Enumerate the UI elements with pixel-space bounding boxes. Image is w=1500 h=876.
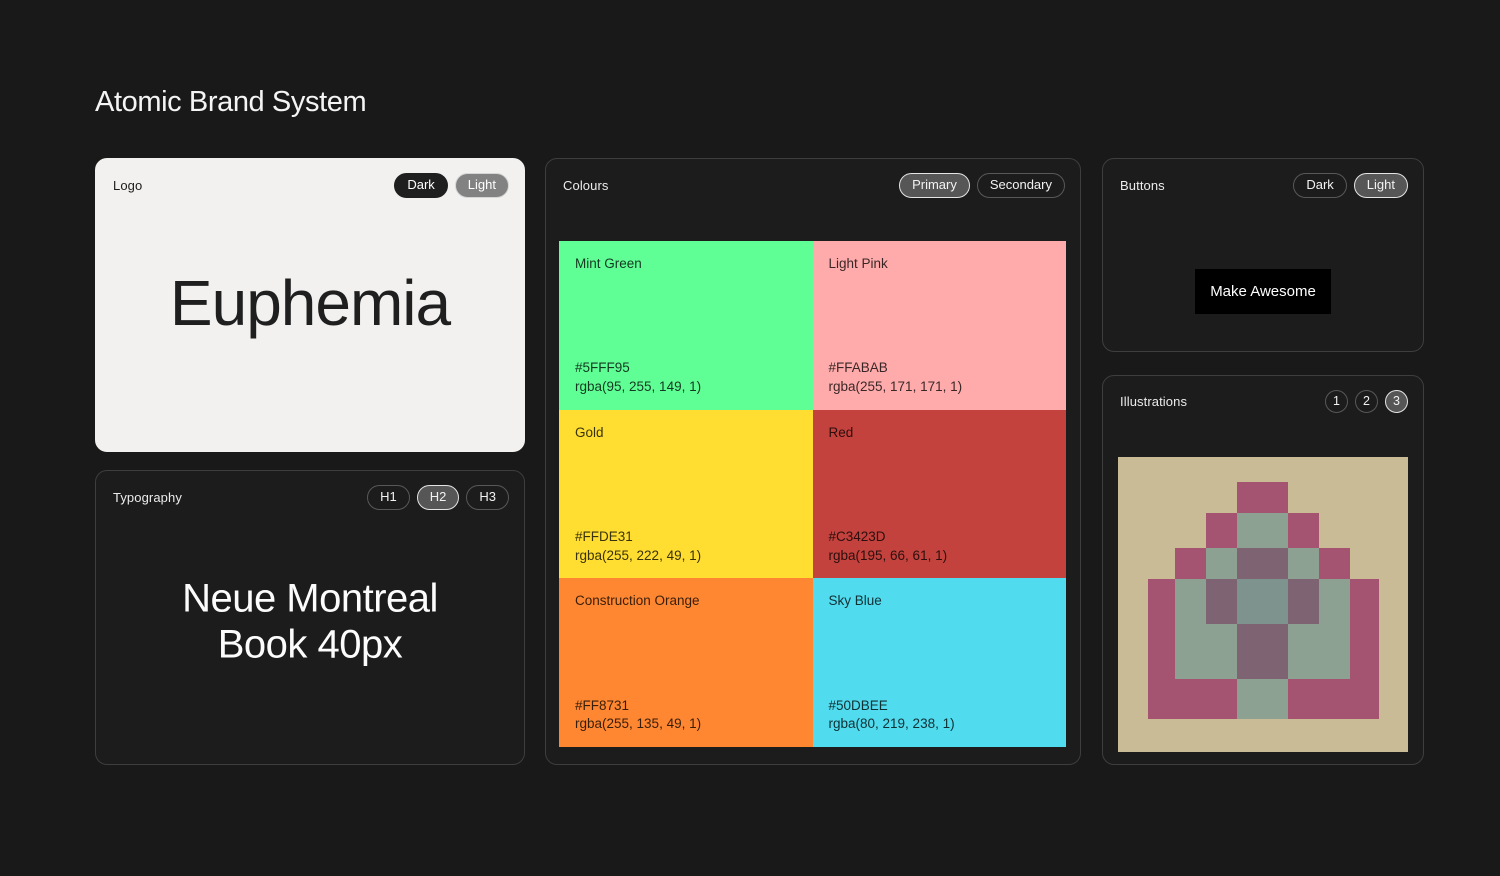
page-title: Atomic Brand System bbox=[95, 86, 366, 119]
art-block-mauve bbox=[1175, 548, 1206, 580]
pixel-art bbox=[1118, 457, 1408, 752]
art-block-sage bbox=[1175, 624, 1237, 679]
art-block-overlap bbox=[1206, 579, 1237, 624]
logo-theme-toggle-group: Dark Light bbox=[394, 173, 509, 198]
logo-dark-toggle[interactable]: Dark bbox=[394, 173, 447, 198]
art-block-core bbox=[1237, 579, 1288, 624]
type-sample-line1: Neue Montreal bbox=[96, 575, 524, 621]
swatch-rgba: rgba(255, 135, 49, 1) bbox=[575, 715, 701, 734]
buttons-card-header: Buttons Dark Light bbox=[1103, 159, 1423, 198]
swatch-values: #5FFF95rgba(95, 255, 149, 1) bbox=[575, 359, 701, 396]
swatch-hex: #50DBEE bbox=[829, 697, 955, 716]
illustration-number-toggle-group: 1 2 3 bbox=[1325, 390, 1408, 413]
buttons-card-label: Buttons bbox=[1120, 178, 1165, 193]
colour-swatch-construction-orange: Construction Orange #FF8731rgba(255, 135,… bbox=[559, 578, 813, 747]
swatch-name: Sky Blue bbox=[829, 593, 1051, 608]
button-theme-toggle-group: Dark Light bbox=[1293, 173, 1408, 198]
palette-secondary-toggle[interactable]: Secondary bbox=[977, 173, 1065, 198]
logo-light-toggle[interactable]: Light bbox=[455, 173, 509, 198]
swatch-values: #C3423Drgba(195, 66, 61, 1) bbox=[829, 528, 948, 565]
art-block-mauve bbox=[1350, 624, 1379, 679]
colour-swatch-mint-green: Mint Green #5FFF95rgba(95, 255, 149, 1) bbox=[559, 241, 813, 410]
art-block-sage bbox=[1237, 679, 1288, 719]
illustration-2-toggle[interactable]: 2 bbox=[1355, 390, 1378, 413]
art-block-mauve bbox=[1237, 482, 1288, 513]
art-block-mauve bbox=[1350, 579, 1379, 624]
swatch-name: Mint Green bbox=[575, 256, 797, 271]
logo-card-header: Logo Dark Light bbox=[96, 159, 524, 198]
swatch-hex: #FFDE31 bbox=[575, 528, 701, 547]
art-block-mauve bbox=[1288, 679, 1379, 719]
colour-swatch-red: Red #C3423Drgba(195, 66, 61, 1) bbox=[813, 410, 1067, 579]
type-sample-line2: Book 40px bbox=[96, 621, 524, 667]
swatch-hex: #FF8731 bbox=[575, 697, 701, 716]
buttons-light-toggle[interactable]: Light bbox=[1354, 173, 1408, 198]
logo-wordmark: Euphemia bbox=[170, 266, 450, 340]
colour-swatch-gold: Gold #FFDE31rgba(255, 222, 49, 1) bbox=[559, 410, 813, 579]
art-block-sage bbox=[1175, 579, 1206, 624]
logo-card: Logo Dark Light Euphemia bbox=[95, 158, 525, 452]
colour-swatch-sky-blue: Sky Blue #50DBEErgba(80, 219, 238, 1) bbox=[813, 578, 1067, 747]
palette-primary-toggle[interactable]: Primary bbox=[899, 173, 970, 198]
art-block-mauve bbox=[1148, 679, 1238, 719]
colours-card: Colours Primary Secondary Mint Green #5FF… bbox=[545, 158, 1081, 765]
typography-card-header: Typography H1 H2 H3 bbox=[96, 471, 524, 510]
heading-h1-toggle[interactable]: H1 bbox=[367, 485, 410, 510]
art-block-overlap bbox=[1237, 624, 1288, 679]
art-block-sage bbox=[1237, 513, 1288, 548]
art-block-overlap bbox=[1237, 548, 1288, 580]
colours-card-label: Colours bbox=[563, 178, 609, 193]
art-block-mauve bbox=[1148, 579, 1176, 624]
art-block-mauve bbox=[1288, 513, 1319, 548]
illustrations-card-header: Illustrations 1 2 3 bbox=[1103, 376, 1423, 413]
art-block-mauve bbox=[1148, 624, 1176, 679]
heading-h2-toggle[interactable]: H2 bbox=[417, 485, 460, 510]
swatch-rgba: rgba(255, 171, 171, 1) bbox=[829, 378, 963, 397]
illustrations-card-label: Illustrations bbox=[1120, 394, 1187, 409]
swatch-values: #FF8731rgba(255, 135, 49, 1) bbox=[575, 697, 701, 734]
swatch-hex: #FFABAB bbox=[829, 359, 963, 378]
swatch-rgba: rgba(80, 219, 238, 1) bbox=[829, 715, 955, 734]
art-block-sage bbox=[1319, 579, 1350, 624]
palette-toggle-group: Primary Secondary bbox=[899, 173, 1065, 198]
swatch-name: Construction Orange bbox=[575, 593, 797, 608]
swatch-values: #50DBEErgba(80, 219, 238, 1) bbox=[829, 697, 955, 734]
make-awesome-button[interactable]: Make Awesome bbox=[1195, 269, 1331, 314]
art-block-sage bbox=[1288, 548, 1319, 580]
swatch-grid: Mint Green #5FFF95rgba(95, 255, 149, 1) Li… bbox=[559, 241, 1066, 747]
swatch-name: Red bbox=[829, 425, 1051, 440]
swatch-rgba: rgba(195, 66, 61, 1) bbox=[829, 547, 948, 566]
swatch-values: #FFABABrgba(255, 171, 171, 1) bbox=[829, 359, 963, 396]
illustration-1-toggle[interactable]: 1 bbox=[1325, 390, 1348, 413]
illustrations-card: Illustrations 1 2 3 bbox=[1102, 375, 1424, 765]
typography-card: Typography H1 H2 H3 Neue Montreal Book 4… bbox=[95, 470, 525, 765]
buttons-dark-toggle[interactable]: Dark bbox=[1293, 173, 1346, 198]
art-block-mauve bbox=[1206, 513, 1237, 548]
colours-card-header: Colours Primary Secondary bbox=[546, 159, 1080, 198]
swatch-rgba: rgba(95, 255, 149, 1) bbox=[575, 378, 701, 397]
art-block-sage bbox=[1288, 624, 1350, 679]
buttons-card: Buttons Dark Light Make Awesome bbox=[1102, 158, 1424, 352]
swatch-rgba: rgba(255, 222, 49, 1) bbox=[575, 547, 701, 566]
page: Atomic Brand System Logo Dark Light Euph… bbox=[0, 0, 1500, 876]
heading-h3-toggle[interactable]: H3 bbox=[466, 485, 509, 510]
art-block-mauve bbox=[1319, 548, 1350, 580]
swatch-name: Gold bbox=[575, 425, 797, 440]
typography-card-label: Typography bbox=[113, 490, 182, 505]
swatch-hex: #C3423D bbox=[829, 528, 948, 547]
type-sample: Neue Montreal Book 40px bbox=[96, 575, 524, 667]
swatch-values: #FFDE31rgba(255, 222, 49, 1) bbox=[575, 528, 701, 565]
art-block-overlap bbox=[1288, 579, 1319, 624]
swatch-hex: #5FFF95 bbox=[575, 359, 701, 378]
logo-card-label: Logo bbox=[113, 178, 142, 193]
illustration-3-toggle[interactable]: 3 bbox=[1385, 390, 1408, 413]
heading-toggle-group: H1 H2 H3 bbox=[367, 485, 509, 510]
art-block-sage bbox=[1206, 548, 1237, 580]
colour-swatch-light-pink: Light Pink #FFABABrgba(255, 171, 171, 1) bbox=[813, 241, 1067, 410]
swatch-name: Light Pink bbox=[829, 256, 1051, 271]
